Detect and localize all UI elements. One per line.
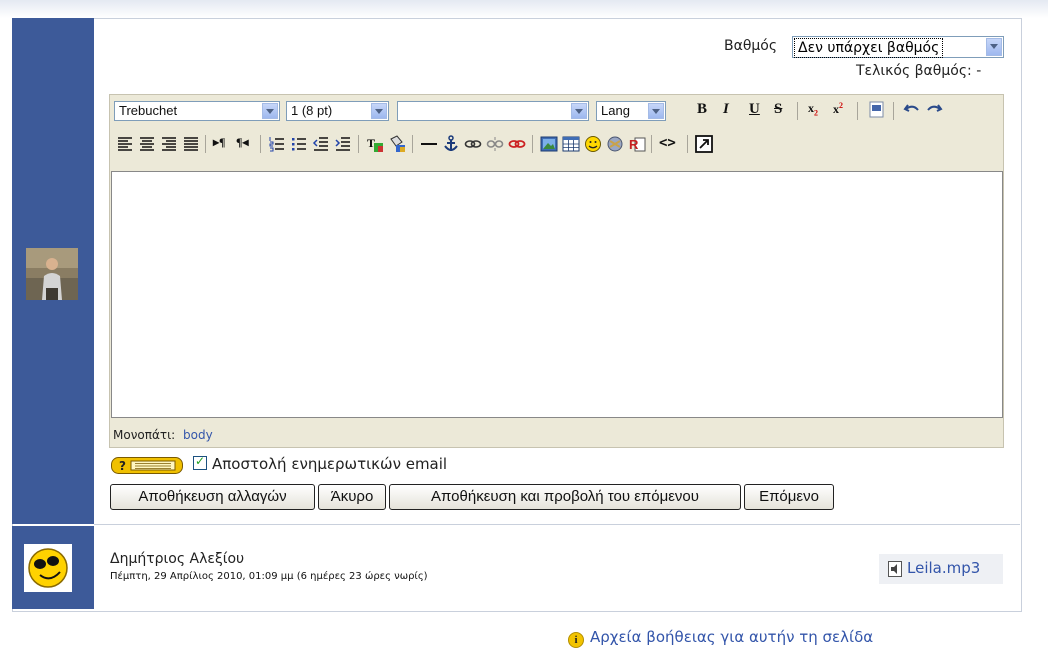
font-family-value: Trebuchet <box>119 103 178 118</box>
toolbar-separator <box>205 135 206 153</box>
file-name-link[interactable]: Leila.mp3 <box>907 559 980 577</box>
submitted-file[interactable]: Leila.mp3 <box>879 554 1003 584</box>
final-grade: Τελικός βαθμός: - <box>856 63 982 79</box>
send-email-label: Αποστολή ενημερωτικών email <box>212 455 448 473</box>
help-files-label[interactable]: Αρχεία βοήθειας για αυτήν τη σελίδα <box>590 628 873 646</box>
grade-select-value: Δεν υπάρχει βαθμός <box>794 38 944 58</box>
svg-text:R: R <box>629 137 639 152</box>
link-icon[interactable] <box>464 135 482 153</box>
anchor-icon[interactable] <box>442 135 460 153</box>
toolbar-separator <box>651 135 652 153</box>
table-icon[interactable] <box>562 135 580 153</box>
path-label: Μονοπάτι: <box>113 428 176 442</box>
clean-word-icon[interactable] <box>868 101 886 119</box>
strikethrough-icon[interactable]: S <box>774 101 782 118</box>
help-files-link[interactable]: i Αρχεία βοήθειας για αυτήν τη σελίδα <box>568 628 873 648</box>
submission-date: Πέμπτη, 29 Απρίλιος 2010, 01:09 μμ (6 ημ… <box>110 571 428 582</box>
smiley-icon[interactable] <box>584 135 602 153</box>
align-right-icon[interactable] <box>160 135 178 153</box>
fullscreen-icon[interactable] <box>695 135 713 153</box>
grade-select[interactable]: Δεν υπάρχει βαθμός <box>792 36 1004 58</box>
redo-icon[interactable] <box>925 101 943 119</box>
align-center-icon[interactable] <box>138 135 156 153</box>
toolbar-separator <box>797 102 798 120</box>
toolbar-separator <box>857 102 858 120</box>
row-divider <box>94 524 1020 525</box>
font-family-select[interactable]: Trebuchet <box>114 101 280 121</box>
nolink-icon[interactable] <box>508 135 526 153</box>
toolbar-separator <box>532 135 533 153</box>
background-color-icon[interactable] <box>388 135 406 153</box>
image-icon[interactable] <box>540 135 558 153</box>
toolbar-separator <box>893 102 894 120</box>
horizontal-rule-icon[interactable] <box>420 135 438 153</box>
chevron-down-icon[interactable] <box>571 103 587 119</box>
superscript-icon[interactable]: x2 <box>833 101 843 117</box>
ordered-list-icon[interactable] <box>268 135 286 153</box>
justify-icon[interactable] <box>182 135 200 153</box>
search-replace-icon[interactable]: R <box>628 135 646 153</box>
toolbar-separator <box>358 135 359 153</box>
toolbar-separator <box>260 135 261 153</box>
path-body-link[interactable]: body <box>183 428 213 442</box>
lang-select[interactable]: Lang <box>596 101 666 121</box>
heading-select[interactable] <box>397 101 589 121</box>
top-band <box>0 0 1048 18</box>
chevron-down-icon[interactable] <box>262 103 278 119</box>
underline-icon[interactable]: U <box>749 101 760 118</box>
audio-file-icon <box>888 561 902 577</box>
font-size-select[interactable]: 1 (8 pt) <box>286 101 389 121</box>
html-editor: Trebuchet 1 (8 pt) Lang B I U S x2 x2 ▸¶… <box>109 94 1004 448</box>
chevron-down-icon[interactable] <box>986 38 1002 56</box>
teacher-avatar[interactable] <box>26 248 78 300</box>
keyboard-help-icon[interactable]: ? <box>111 455 183 475</box>
rtl-icon[interactable]: ¶◂ <box>236 135 249 150</box>
student-avatar[interactable] <box>24 544 72 592</box>
ltr-icon[interactable]: ▸¶ <box>213 135 226 150</box>
special-char-icon[interactable] <box>606 135 624 153</box>
unlink-icon[interactable] <box>486 135 504 153</box>
cancel-button[interactable]: Άκυρο <box>318 484 386 510</box>
indent-icon[interactable] <box>334 135 352 153</box>
send-email-checkbox[interactable] <box>193 454 207 470</box>
outdent-icon[interactable] <box>312 135 330 153</box>
chevron-down-icon[interactable] <box>648 103 664 119</box>
undo-icon[interactable] <box>903 101 921 119</box>
font-size-value: 1 (8 pt) <box>291 103 333 118</box>
unordered-list-icon[interactable] <box>290 135 308 153</box>
toolbar-separator <box>412 135 413 153</box>
chevron-down-icon[interactable] <box>371 103 387 119</box>
save-and-next-button[interactable]: Αποθήκευση και προβολή του επόμενου <box>389 484 741 510</box>
bold-icon[interactable]: B <box>697 101 707 118</box>
svg-text:T: T <box>367 136 375 150</box>
italic-icon[interactable]: I <box>723 101 729 118</box>
svg-text:?: ? <box>119 459 126 473</box>
align-left-icon[interactable] <box>116 135 134 153</box>
editor-path: Μονοπάτι: body <box>113 428 213 442</box>
info-icon: i <box>568 632 584 648</box>
editor-text-area[interactable] <box>111 171 1003 418</box>
html-source-icon[interactable]: <> <box>659 135 676 151</box>
toolbar-separator <box>687 135 688 153</box>
text-color-icon[interactable]: T <box>366 135 384 153</box>
grade-label: Βαθμός <box>724 38 778 54</box>
student-name: Δημήτριος Αλεξίου <box>110 551 245 567</box>
next-button[interactable]: Επόμενο <box>744 484 834 510</box>
lang-value: Lang <box>601 103 630 118</box>
save-changes-button[interactable]: Αποθήκευση αλλαγών <box>110 484 315 510</box>
subscript-icon[interactable]: x2 <box>808 101 818 117</box>
